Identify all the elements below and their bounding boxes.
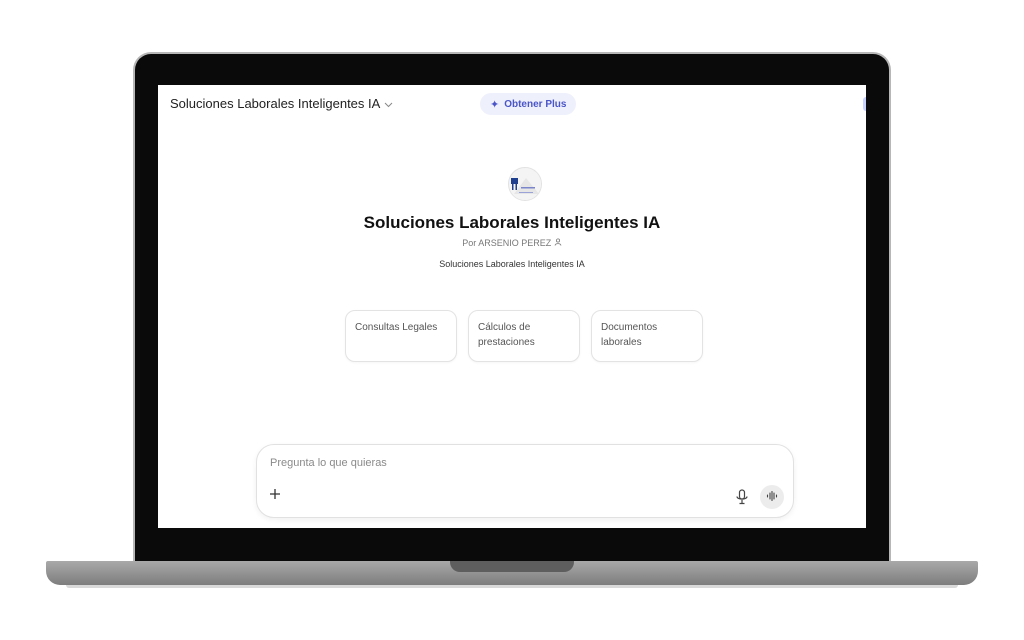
laptop-shadow [66, 585, 958, 588]
voice-mode-icon [766, 488, 778, 506]
voice-mode-button[interactable] [760, 485, 784, 509]
author-label: Por ARSENIO PEREZ [462, 238, 552, 248]
gpt-logo [508, 167, 542, 201]
sparkle-icon: ✦ [490, 98, 500, 111]
suggestion-card-prestaciones[interactable]: Cálculos de prestaciones [468, 310, 580, 362]
suggestion-card-documentos[interactable]: Documentos laborales [591, 310, 703, 362]
microphone-icon[interactable] [735, 489, 749, 505]
chevron-down-icon [384, 100, 393, 110]
message-composer [256, 444, 794, 518]
gpt-selector-label: Soluciones Laborales Inteligentes IA [170, 96, 381, 111]
gpt-selector[interactable]: Soluciones Laborales Inteligentes IA [170, 96, 393, 111]
suggestion-card-legal[interactable]: Consultas Legales [345, 310, 457, 362]
edge-indicator [863, 97, 866, 111]
app-screen: Soluciones Laborales Inteligentes IA ✦ O… [158, 85, 866, 528]
message-input[interactable] [270, 457, 670, 469]
suggestion-cards: Consultas Legales Cálculos de prestacion… [345, 310, 703, 362]
plus-icon[interactable] [269, 487, 281, 505]
gpt-description: Soluciones Laborales Inteligentes IA [439, 259, 585, 269]
get-plus-button[interactable]: ✦ Obtener Plus [480, 93, 577, 115]
person-icon [554, 238, 562, 248]
gpt-title: Soluciones Laborales Inteligentes IA [363, 213, 661, 232]
laptop-notch [450, 561, 574, 572]
gpt-author: Por ARSENIO PEREZ [158, 238, 866, 248]
get-plus-label: Obtener Plus [504, 98, 567, 110]
